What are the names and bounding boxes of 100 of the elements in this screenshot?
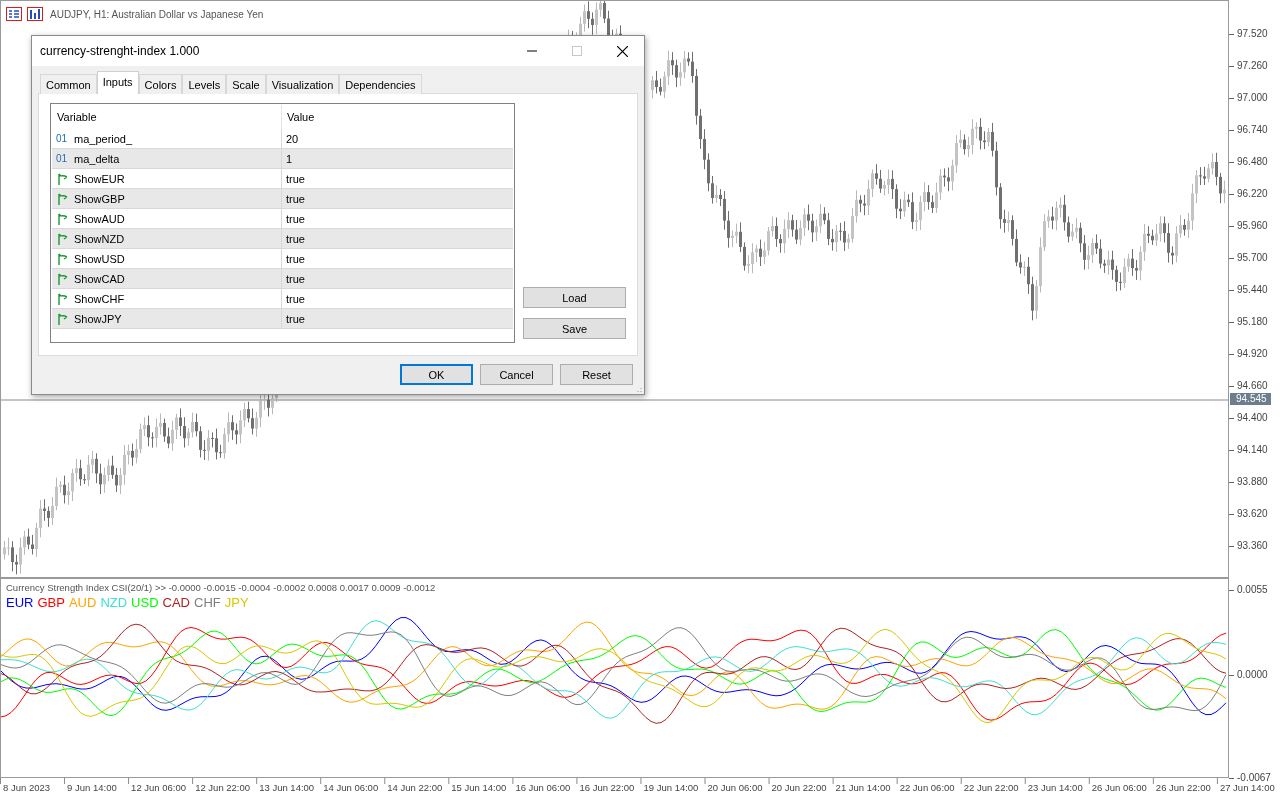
time-label: 21 Jun 14:00 bbox=[834, 782, 892, 794]
time-label: 9 Jun 14:00 bbox=[66, 782, 118, 794]
integer-type-label: 01 bbox=[56, 153, 69, 164]
boolean-arrow-icon bbox=[56, 231, 70, 246]
price-label: 97.000 bbox=[1229, 92, 1268, 104]
variable-name: ShowGBP bbox=[74, 192, 125, 205]
price-label: 94.920 bbox=[1229, 348, 1268, 360]
boolean-arrow-icon bbox=[56, 191, 70, 206]
price-label: 96.220 bbox=[1229, 188, 1268, 200]
tab[interactable]: Common bbox=[40, 74, 97, 94]
chart-icon[interactable] bbox=[27, 7, 43, 21]
time-label: 20 Jun 22:00 bbox=[770, 782, 828, 794]
price-label: 94.400 bbox=[1229, 412, 1268, 424]
boolean-arrow-icon bbox=[56, 171, 70, 186]
price-label: 95.440 bbox=[1229, 284, 1268, 296]
save-button[interactable]: Save bbox=[523, 318, 626, 339]
legend-label: EUR bbox=[6, 595, 34, 610]
maximize-icon bbox=[572, 46, 582, 56]
boolean-arrow-icon bbox=[56, 251, 70, 266]
price-label: 97.520 bbox=[1229, 28, 1268, 40]
value-cell[interactable]: 1 bbox=[281, 149, 513, 168]
load-button[interactable]: Load bbox=[523, 287, 626, 308]
variable-name: ShowEUR bbox=[74, 172, 125, 185]
value-cell[interactable]: true bbox=[281, 229, 513, 248]
column-header[interactable]: Variable bbox=[52, 111, 281, 123]
tab[interactable]: Dependencies bbox=[339, 74, 422, 94]
variable-name: ShowAUD bbox=[74, 212, 125, 225]
value-cell[interactable]: true bbox=[281, 169, 513, 188]
time-label: 19 Jun 14:00 bbox=[642, 782, 700, 794]
price-label: 95.960 bbox=[1229, 220, 1268, 232]
indicator-axis-label: 0.0000 bbox=[1229, 669, 1268, 681]
column-header[interactable]: Value bbox=[281, 105, 513, 129]
price-label: 96.740 bbox=[1229, 124, 1268, 136]
indicator-axis-label: -0.0067 bbox=[1229, 772, 1271, 784]
legend-label: USD bbox=[131, 595, 159, 610]
legend-label: GBP bbox=[37, 595, 65, 610]
tab[interactable]: Inputs bbox=[96, 71, 139, 94]
value-cell[interactable]: true bbox=[281, 249, 513, 268]
time-label: 14 Jun 06:00 bbox=[322, 782, 380, 794]
price-label: 93.880 bbox=[1229, 476, 1268, 488]
price-label: 94.140 bbox=[1229, 444, 1268, 456]
price-label: 95.700 bbox=[1229, 252, 1268, 264]
time-label: 26 Jun 06:00 bbox=[1090, 782, 1148, 794]
close-icon[interactable] bbox=[617, 45, 628, 57]
dialog-button[interactable]: Reset bbox=[560, 364, 633, 385]
variable-name: ShowUSD bbox=[74, 252, 125, 265]
time-label: 22 Jun 06:00 bbox=[898, 782, 956, 794]
time-label: 13 Jun 14:00 bbox=[258, 782, 316, 794]
current-price-label: 94.545 bbox=[1230, 393, 1271, 405]
value-cell[interactable]: true bbox=[281, 189, 513, 208]
time-label: 16 Jun 06:00 bbox=[514, 782, 572, 794]
value-cell[interactable]: true bbox=[281, 289, 513, 308]
price-label: 93.360 bbox=[1229, 540, 1268, 552]
value-cell[interactable]: 20 bbox=[281, 129, 513, 148]
tab[interactable]: Scale bbox=[226, 74, 266, 94]
time-label: 20 Jun 06:00 bbox=[706, 782, 764, 794]
variable-name: ShowJPY bbox=[74, 312, 122, 325]
integer-type-label: 01 bbox=[56, 133, 69, 144]
value-cell[interactable]: true bbox=[281, 209, 513, 228]
legend-label: NZD bbox=[100, 595, 128, 610]
indicator-header: Currency Strength Index CSI(20/1) >> -0.0000 -0.0015 -0.0004 -0.0002 0.0008 0.0017 0.0009 -0.0012 bbox=[6, 582, 437, 593]
value-cell[interactable]: true bbox=[281, 269, 513, 288]
boolean-arrow-icon bbox=[56, 211, 70, 226]
time-label: 12 Jun 06:00 bbox=[130, 782, 188, 794]
price-label: 97.260 bbox=[1229, 60, 1268, 72]
tab[interactable]: Visualization bbox=[265, 74, 340, 94]
time-label: 15 Jun 14:00 bbox=[450, 782, 508, 794]
variable-name: ShowCHF bbox=[74, 292, 125, 305]
tab[interactable]: Levels bbox=[182, 74, 227, 94]
legend-label: AUD bbox=[68, 595, 97, 610]
time-label: 26 Jun 22:00 bbox=[1154, 782, 1212, 794]
indicator-axis-label: 0.0055 bbox=[1229, 584, 1268, 596]
time-label: 27 Jun 14:00 bbox=[1218, 782, 1276, 794]
value-cell[interactable]: true bbox=[281, 309, 513, 328]
time-label: 12 Jun 22:00 bbox=[194, 782, 252, 794]
variable-name: ma_period_ bbox=[74, 132, 133, 145]
list-icon[interactable] bbox=[6, 7, 22, 21]
dialog-title: currency-strenght-index 1.000 bbox=[40, 44, 200, 58]
legend-label: JPY bbox=[224, 595, 249, 610]
price-label: 93.620 bbox=[1229, 508, 1268, 520]
time-label: 23 Jun 14:00 bbox=[1026, 782, 1084, 794]
boolean-arrow-icon bbox=[56, 291, 70, 306]
time-label: 14 Jun 22:00 bbox=[386, 782, 444, 794]
dialog-button[interactable]: Cancel bbox=[480, 364, 553, 385]
boolean-arrow-icon bbox=[56, 311, 70, 326]
legend-label: CAD bbox=[162, 595, 190, 610]
chart-title: AUDJPY, H1: Australian Dollar vs Japanese Yen bbox=[50, 8, 264, 20]
variable-name: ShowCAD bbox=[74, 272, 125, 285]
price-label: 96.480 bbox=[1229, 156, 1268, 168]
boolean-arrow-icon bbox=[56, 271, 70, 286]
dialog-button[interactable]: OK bbox=[400, 364, 473, 385]
variable-name: ma_delta bbox=[74, 152, 120, 165]
time-label: 22 Jun 22:00 bbox=[962, 782, 1020, 794]
tab[interactable]: Colors bbox=[138, 74, 183, 94]
time-label: 8 Jun 2023 bbox=[2, 782, 51, 794]
price-label: 94.660 bbox=[1229, 380, 1268, 392]
resize-grip-icon[interactable] bbox=[634, 387, 642, 395]
variable-name: ShowNZD bbox=[74, 232, 125, 245]
time-label: 16 Jun 22:00 bbox=[578, 782, 636, 794]
price-label: 95.180 bbox=[1229, 316, 1268, 328]
